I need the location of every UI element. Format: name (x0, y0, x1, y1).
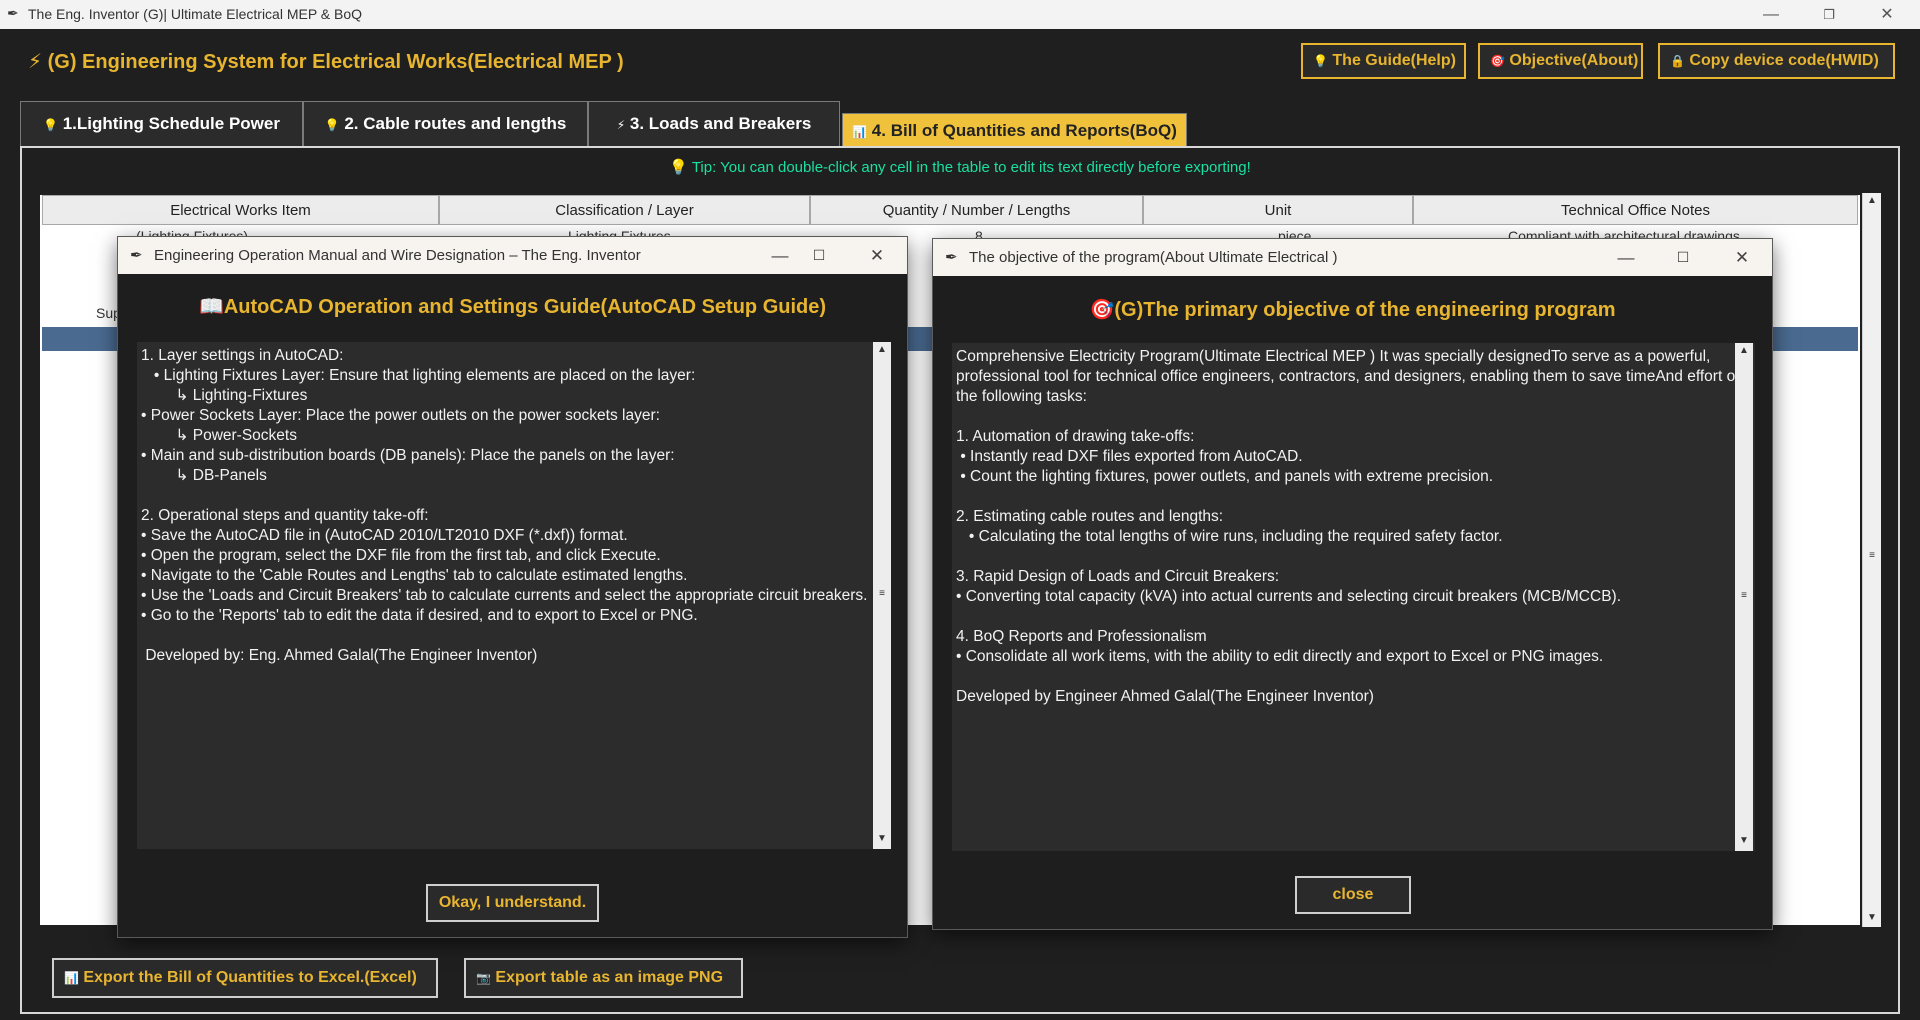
scroll-down-icon[interactable]: ▼ (1735, 835, 1753, 846)
objective-about-label: Objective(About) (1509, 52, 1639, 69)
table-scrollbar[interactable]: ▲ ≡ ▼ (1862, 193, 1881, 927)
bolt-icon: ⚡ (28, 51, 43, 73)
copy-hwid-label: Copy device code(HWID) (1689, 52, 1879, 69)
tab-boq-reports[interactable]: 📊 4. Bill of Quantities and Reports(BoQ) (842, 113, 1187, 147)
about-dialog-titlebar: ✒ The objective of the program(About Ult… (933, 239, 1772, 276)
guide-scrollbar[interactable]: ▲ ≡ ▼ (873, 342, 891, 849)
guide-text[interactable]: 1. Layer settings in AutoCAD: • Lighting… (137, 342, 873, 849)
guide-heading: 📖AutoCAD Operation and Settings Guide(Au… (198, 296, 827, 318)
window-titlebar: ✒ The Eng. Inventor (G)| Ultimate Electr… (0, 0, 1920, 29)
tip-text: 💡 Tip: You can double-click any cell in … (669, 159, 1251, 176)
about-text[interactable]: Comprehensive Electricity Program(Ultima… (952, 343, 1755, 851)
about-dialog: ✒ The objective of the program(About Ult… (933, 239, 1772, 929)
minimize-button[interactable]: — (1601, 239, 1651, 276)
about-close-button[interactable]: close (1295, 876, 1411, 914)
scroll-grip-icon[interactable]: ≡ (873, 588, 891, 599)
about-heading: 🎯(G)The primary objective of the enginee… (1089, 299, 1616, 321)
column-header[interactable]: Electrical Works Item (42, 195, 439, 225)
guide-help-label: The Guide(Help) (1332, 52, 1456, 69)
objective-about-button[interactable]: 🎯 Objective(About) (1478, 43, 1643, 79)
feather-icon: ✒ (130, 247, 143, 264)
ok-understand-button[interactable]: Okay, I understand. (426, 884, 599, 922)
tab-lighting-schedule[interactable]: 💡 1.Lighting Schedule Power (20, 101, 303, 146)
chart-icon: 📊 (64, 971, 79, 985)
lock-icon: 🔒 (1670, 54, 1685, 68)
tab-label: 3. Loads and Breakers (629, 114, 812, 133)
camera-icon: 📷 (476, 971, 491, 985)
maximize-button[interactable]: ☐ (1658, 239, 1708, 276)
about-dialog-title: The objective of the program(About Ultim… (969, 249, 1338, 266)
tab-label: 1.Lighting Schedule Power (62, 114, 280, 133)
app-feather-icon: ✒ (7, 5, 19, 21)
column-header[interactable]: Quantity / Number / Lengths (810, 195, 1143, 225)
guide-dialog-title: Engineering Operation Manual and Wire De… (154, 247, 641, 264)
tab-cable-routes[interactable]: 💡 2. Cable routes and lengths (303, 101, 588, 146)
window-title: The Eng. Inventor (G)| Ultimate Electric… (28, 6, 363, 22)
export-png-label: Export table as an image PNG (495, 969, 724, 986)
tab-label: 4. Bill of Quantities and Reports(BoQ) (871, 121, 1177, 140)
lightbulb-icon: 💡 (324, 118, 340, 132)
maximize-button[interactable]: ☐ (794, 237, 844, 274)
close-button[interactable]: ✕ (1858, 0, 1916, 29)
scroll-up-icon[interactable]: ▲ (1863, 195, 1881, 206)
tab-label: 2. Cable routes and lengths (344, 114, 567, 133)
column-header[interactable]: Technical Office Notes (1413, 195, 1858, 225)
app-header-title: ⚡ (G) Engineering System for Electrical … (28, 49, 624, 74)
column-header[interactable]: Classification / Layer (439, 195, 810, 225)
close-button[interactable]: ✕ (1717, 239, 1767, 276)
lightbulb-icon: 💡 (1313, 54, 1328, 68)
scroll-up-icon[interactable]: ▲ (1735, 345, 1753, 356)
export-png-button[interactable]: 📷 Export table as an image PNG (464, 958, 743, 998)
about-scrollbar[interactable]: ▲ ≡ ▼ (1735, 343, 1753, 851)
feather-icon: ✒ (945, 249, 958, 266)
guide-dialog-titlebar: ✒ Engineering Operation Manual and Wire … (118, 237, 907, 274)
chart-icon: 📊 (852, 125, 868, 139)
tab-loads-breakers[interactable]: ⚡ 3. Loads and Breakers (588, 101, 840, 146)
lightbulb-icon: 💡 (43, 118, 58, 132)
export-excel-button[interactable]: 📊 Export the Bill of Quantities to Excel… (52, 958, 438, 998)
export-excel-label: Export the Bill of Quantities to Excel.(… (83, 969, 417, 986)
bolt-icon: ⚡ (616, 118, 626, 132)
scroll-up-icon[interactable]: ▲ (873, 344, 891, 355)
close-button[interactable]: ✕ (852, 237, 902, 274)
guide-help-button[interactable]: 💡 The Guide(Help) (1301, 43, 1466, 79)
scroll-grip-icon[interactable]: ≡ (1863, 550, 1881, 561)
scroll-grip-icon[interactable]: ≡ (1735, 590, 1753, 601)
scroll-down-icon[interactable]: ▼ (1863, 912, 1881, 923)
copy-hwid-button[interactable]: 🔒 Copy device code(HWID) (1658, 43, 1895, 79)
column-header[interactable]: Unit (1143, 195, 1413, 225)
target-icon: 🎯 (1490, 54, 1505, 68)
minimize-button[interactable]: — (1742, 0, 1800, 29)
maximize-button[interactable]: ❐ (1800, 0, 1858, 29)
app-title-text: (G) Engineering System for Electrical Wo… (47, 51, 624, 73)
scroll-down-icon[interactable]: ▼ (873, 833, 891, 844)
guide-dialog: ✒ Engineering Operation Manual and Wire … (118, 237, 907, 937)
